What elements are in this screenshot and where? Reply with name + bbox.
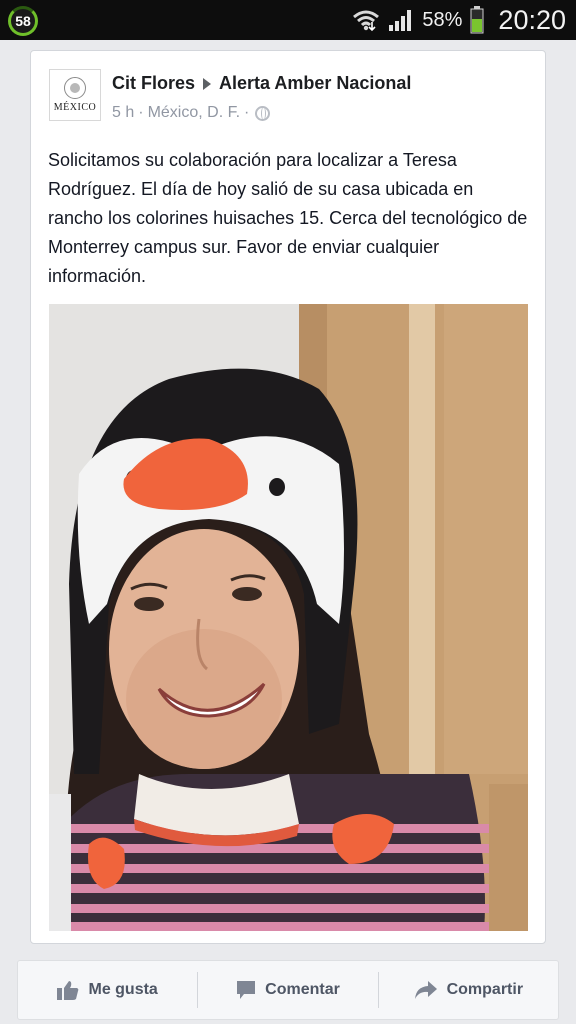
signal-icon [388,8,414,32]
meta-separator: · [138,104,144,121]
mexico-seal-icon [64,77,86,99]
comment-button[interactable]: Comentar [198,961,377,1019]
share-label: Compartir [446,981,524,998]
meta-separator-2: · [244,104,250,121]
share-icon [414,981,437,999]
post-card: MÉXICO Cit Flores Alerta Amber Nacional … [30,50,546,944]
post-time[interactable]: 5 h [112,104,134,122]
comment-icon [237,981,256,999]
status-bar: 58 58% 20:20 [0,0,576,40]
sync-badge-icon: 58 [8,6,38,36]
post-location[interactable]: México, D. F. [148,104,240,122]
like-button[interactable]: Me gusta [18,961,197,1019]
like-icon [57,981,79,1000]
target-page-name[interactable]: Alerta Amber Nacional [219,73,411,94]
badge-count: 58 [15,13,31,29]
arrow-right-icon [203,77,212,90]
clock: 20:20 [498,4,566,35]
like-label: Me gusta [88,981,158,998]
post-meta: 5 h · México, D. F. · [112,104,271,122]
post-header: Cit Flores Alerta Amber Nacional [112,73,411,94]
wifi-icon [352,8,380,32]
action-bar: Me gusta Comentar Compartir [17,960,559,1020]
avatar-label: MÉXICO [53,102,97,113]
battery-icon [470,6,484,34]
globe-icon [255,105,271,121]
status-bar-right: 58% 20:20 [352,0,566,40]
battery-percent: 58% [422,8,463,31]
post-body: Solicitamos su colaboración para localiz… [48,150,528,286]
share-button[interactable]: Compartir [379,961,558,1019]
author-name[interactable]: Cit Flores [112,73,195,94]
comment-label: Comentar [265,981,340,998]
avatar[interactable]: MÉXICO [49,69,101,121]
post-photo[interactable] [49,304,528,931]
